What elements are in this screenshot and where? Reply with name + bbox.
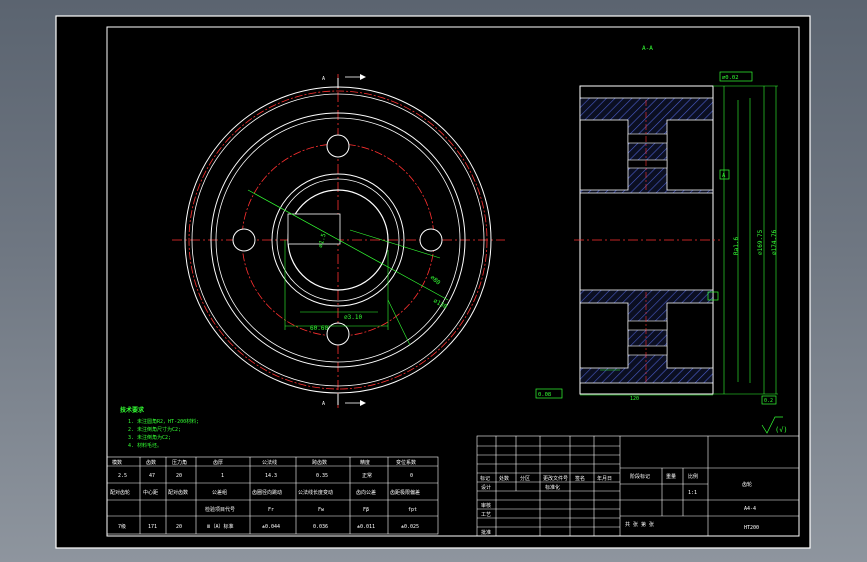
svg-text:齿向公差: 齿向公差 <box>356 489 376 496</box>
svg-text:Fβ: Fβ <box>363 507 369 513</box>
section-label-top: A <box>322 76 325 82</box>
svg-text:正常: 正常 <box>362 472 372 479</box>
svg-text:更改文件号: 更改文件号 <box>543 475 568 482</box>
svg-text:跨齿数: 跨齿数 <box>312 459 327 466</box>
bolt-hole-right <box>419 228 443 252</box>
svg-text:变位系数: 变位系数 <box>396 459 416 466</box>
svg-text:共 张 第 张: 共 张 第 张 <box>625 521 654 528</box>
svg-text:0.2: 0.2 <box>764 398 773 404</box>
svg-text:标记: 标记 <box>480 475 490 482</box>
svg-text:±0.044: ±0.044 <box>262 524 280 530</box>
dim-text-bolt: ⌀3.10 <box>344 314 362 321</box>
svg-text:齿圈径向跳动: 齿圈径向跳动 <box>252 489 282 496</box>
svg-text:分区: 分区 <box>520 475 530 482</box>
svg-text:4. 材料毛坯。: 4. 材料毛坯。 <box>128 442 162 449</box>
svg-text:签名: 签名 <box>575 475 585 482</box>
svg-text:阶段标记: 阶段标记 <box>630 473 650 480</box>
svg-text:3. 未注倒角为C2;: 3. 未注倒角为C2; <box>128 434 171 441</box>
material: HT200 <box>744 525 759 531</box>
drawing-number: A4-4 <box>744 506 756 512</box>
svg-text:Fw: Fw <box>318 507 325 513</box>
cad-drawing: ⌀1.5 ⌀80 ⌀130 ⌀3.10 60.60 A A A-A Ra1.6 … <box>55 15 811 549</box>
keyway <box>287 213 341 245</box>
svg-text:20: 20 <box>176 524 182 530</box>
svg-text:47: 47 <box>149 473 155 479</box>
svg-text:公差组: 公差组 <box>212 489 227 496</box>
svg-text:1: 1 <box>221 473 224 479</box>
svg-text:重量: 重量 <box>666 473 676 480</box>
svg-text:(√): (√) <box>775 426 788 434</box>
svg-text:0.35: 0.35 <box>316 473 328 479</box>
svg-text:公法线长度变动: 公法线长度变动 <box>298 489 333 496</box>
svg-text:1:1: 1:1 <box>688 490 697 496</box>
svg-text:配对齿数: 配对齿数 <box>168 489 188 496</box>
tech-notes-title: 技术要求 <box>120 406 145 414</box>
svg-text:工艺: 工艺 <box>481 512 491 518</box>
svg-text:Ra1.6: Ra1.6 <box>733 237 740 255</box>
bolt-hole-left <box>232 228 256 252</box>
svg-text:中心距: 中心距 <box>143 489 158 496</box>
svg-text:fpt: fpt <box>408 507 417 513</box>
section-title: A-A <box>642 45 653 52</box>
svg-text:年月日: 年月日 <box>597 475 612 482</box>
svg-text:0: 0 <box>410 473 413 479</box>
svg-text:检验项目代号: 检验项目代号 <box>205 506 235 513</box>
svg-text:模数: 模数 <box>112 459 122 466</box>
svg-text:处数: 处数 <box>499 475 509 482</box>
dim-text-chamfer: 60.60 <box>310 325 328 332</box>
svg-text:±0.011: ±0.011 <box>357 524 375 530</box>
drawing-name: 齿轮 <box>742 481 752 488</box>
svg-text:Ⅲ（A）标准: Ⅲ（A）标准 <box>207 523 233 530</box>
svg-text:0.036: 0.036 <box>313 524 328 530</box>
svg-text:齿距极限偏差: 齿距极限偏差 <box>390 489 420 496</box>
svg-text:7级: 7级 <box>118 523 126 530</box>
svg-text:标准化: 标准化 <box>545 484 560 491</box>
svg-text:120: 120 <box>630 396 639 402</box>
bolt-hole-top <box>326 134 350 158</box>
svg-text:齿厚: 齿厚 <box>213 460 223 466</box>
svg-text:⌀0.02: ⌀0.02 <box>722 75 739 81</box>
svg-text:2. 未注倒角尺寸为C2;: 2. 未注倒角尺寸为C2; <box>128 426 181 433</box>
svg-text:0.08: 0.08 <box>538 392 551 398</box>
svg-text:公法线: 公法线 <box>262 459 277 466</box>
svg-text:精度: 精度 <box>360 459 370 466</box>
svg-text:171: 171 <box>148 524 157 530</box>
svg-text:Fr: Fr <box>268 507 274 513</box>
svg-text:比例: 比例 <box>688 473 698 480</box>
svg-text:1. 未注圆角R2，HT-200材料;: 1. 未注圆角R2，HT-200材料; <box>128 418 199 425</box>
svg-text:审核: 审核 <box>481 502 491 509</box>
section-label-bottom: A <box>322 401 325 407</box>
svg-text:20: 20 <box>176 473 182 479</box>
svg-text:±0.025: ±0.025 <box>401 524 419 530</box>
svg-text:2.5: 2.5 <box>118 473 127 479</box>
svg-text:⌀169.75: ⌀169.75 <box>757 229 764 255</box>
svg-text:齿数: 齿数 <box>146 459 156 466</box>
svg-text:批准: 批准 <box>481 529 491 536</box>
svg-text:配对齿轮: 配对齿轮 <box>110 489 130 496</box>
svg-text:14.3: 14.3 <box>265 473 277 479</box>
svg-text:设计: 设计 <box>481 484 491 491</box>
svg-text:⌀174.76: ⌀174.76 <box>771 229 778 255</box>
svg-text:压力角: 压力角 <box>172 459 187 466</box>
